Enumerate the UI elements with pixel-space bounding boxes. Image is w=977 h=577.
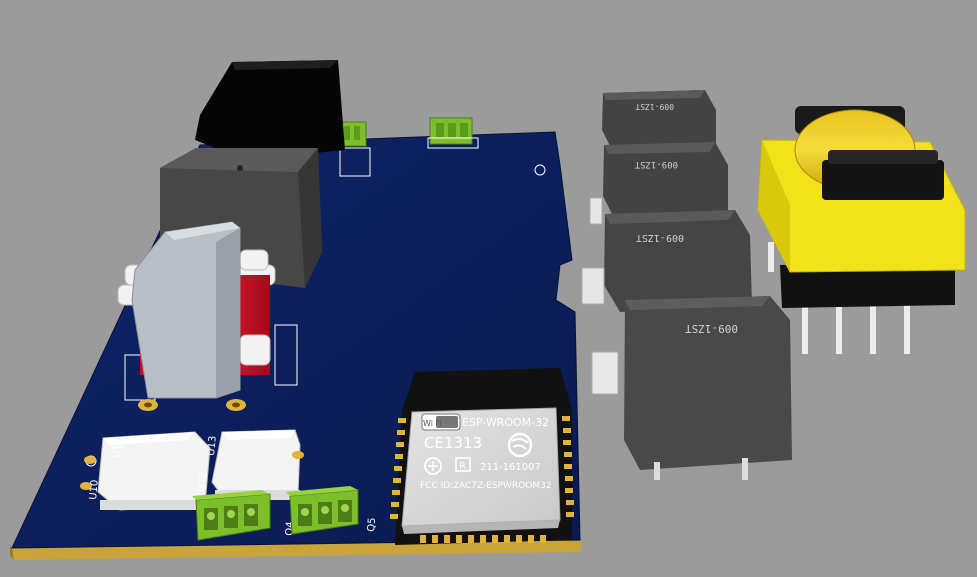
pcb-3d-view: U10 U11 U12 U13 Q4 Q5 Wi Fi ESP-WROOM-32… bbox=[0, 0, 977, 577]
relay-4-label: 009-1ZST bbox=[685, 322, 738, 335]
ce-mark: CE1313 bbox=[424, 434, 482, 452]
relay-3-label: 009-1ZST bbox=[636, 232, 684, 243]
relay-1: 009-1ZST bbox=[602, 90, 716, 150]
esp32-module: Wi Fi ESP-WROOM-32 CE1313 R 211-161007 F… bbox=[390, 368, 574, 545]
label-u11: U11 bbox=[112, 437, 125, 458]
registered-mark: R bbox=[459, 461, 466, 472]
cert-number: 211-161007 bbox=[480, 462, 541, 473]
label-q5: Q5 bbox=[366, 517, 378, 532]
ic-u12-u13 bbox=[211, 429, 301, 501]
wifi-badge-text: Wi Fi bbox=[423, 419, 442, 428]
black-relay bbox=[195, 60, 345, 160]
module-model: ESP-WROOM-32 bbox=[462, 416, 549, 429]
relay-4: 009-1ZST bbox=[591, 296, 792, 480]
label-u10: U10 bbox=[88, 479, 101, 500]
label-u13: U13 bbox=[206, 435, 219, 456]
wifi-icon: Wi Fi bbox=[421, 413, 461, 431]
terminal-block-rear-right bbox=[429, 117, 473, 145]
fcc-id: FCC ID:2AC7Z-ESPWROOM32 bbox=[420, 481, 552, 491]
scene: U10 U11 U12 U13 Q4 Q5 Wi Fi ESP-WROOM-32… bbox=[10, 60, 966, 560]
relay-3: 009-1ZST bbox=[581, 210, 752, 312]
yellow-transformer bbox=[757, 106, 966, 354]
label-u12: U12 bbox=[196, 471, 209, 492]
relay-1-label: 009-1ZST bbox=[635, 102, 674, 111]
relay-2-label: 009-1ZST bbox=[634, 159, 678, 169]
